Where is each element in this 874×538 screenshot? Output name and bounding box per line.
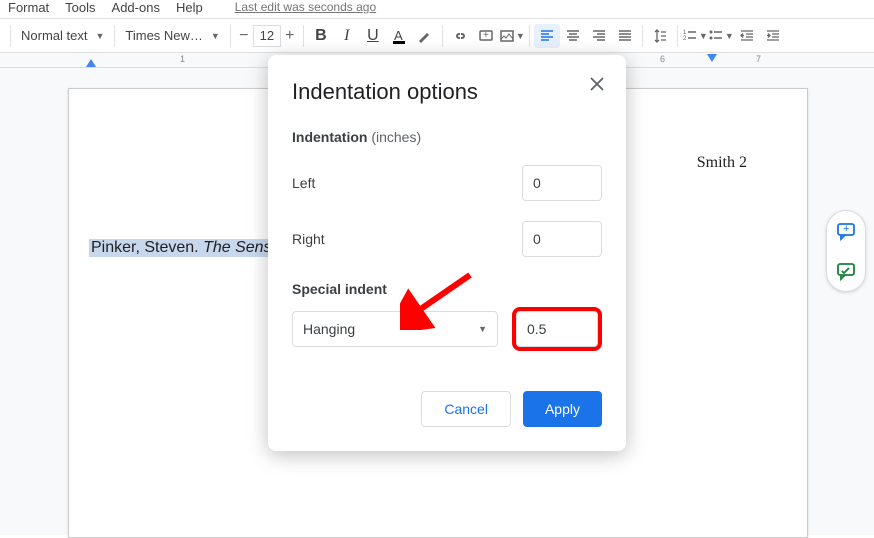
align-right-icon: [591, 28, 607, 44]
font-size-increase[interactable]: +: [281, 25, 299, 47]
suggest-icon: [836, 261, 856, 281]
underline-button[interactable]: U: [360, 24, 386, 48]
bulleted-list-button[interactable]: ▼: [708, 24, 734, 48]
svg-text:+: +: [483, 30, 489, 41]
bulleted-list-icon: [708, 28, 723, 44]
font-select[interactable]: Times New…▼: [119, 24, 225, 48]
menu-bar: Format Tools Add-ons Help Last edit was …: [0, 0, 874, 14]
italic-button[interactable]: I: [334, 24, 360, 48]
special-indent-label: Special indent: [292, 281, 602, 297]
chevron-down-icon: ▼: [95, 31, 104, 41]
highlight-icon: [417, 28, 433, 44]
align-left-button[interactable]: [534, 24, 560, 48]
menu-addons[interactable]: Add-ons: [112, 0, 160, 15]
suggest-edits-side-button[interactable]: [832, 257, 860, 285]
cancel-button[interactable]: Cancel: [421, 391, 511, 427]
increase-indent-icon: [765, 28, 781, 44]
last-edit-link[interactable]: Last edit was seconds ago: [235, 0, 376, 14]
ruler-tick: 6: [660, 54, 665, 64]
indentation-section-label: Indentation (inches): [292, 129, 602, 145]
text-color-button[interactable]: A: [386, 24, 412, 48]
highlight-button[interactable]: [412, 24, 438, 48]
left-indent-input[interactable]: [522, 165, 602, 201]
right-indent-label: Right: [292, 231, 325, 247]
special-indent-input[interactable]: [516, 311, 598, 347]
align-left-icon: [539, 28, 555, 44]
page-header: Smith 2: [697, 154, 747, 172]
align-center-icon: [565, 28, 581, 44]
chevron-down-icon: ▼: [699, 31, 708, 41]
dialog-title: Indentation options: [292, 79, 602, 105]
right-indent-input[interactable]: [522, 221, 602, 257]
font-size-input[interactable]: [253, 25, 281, 47]
align-right-button[interactable]: [586, 24, 612, 48]
comment-plus-icon: +: [478, 28, 494, 44]
chevron-down-icon: ▼: [211, 31, 220, 41]
align-center-button[interactable]: [560, 24, 586, 48]
menu-format[interactable]: Format: [8, 0, 49, 15]
font-size-stepper: − +: [235, 25, 299, 47]
align-justify-icon: [617, 28, 633, 44]
svg-text:2: 2: [683, 36, 687, 42]
ruler-right-indent[interactable]: [707, 54, 717, 62]
left-indent-label: Left: [292, 175, 315, 191]
increase-indent-button[interactable]: [760, 24, 786, 48]
insert-link-button[interactable]: [447, 24, 473, 48]
toolbar: Normal text▼ Times New…▼ − + B I U A + ▼: [0, 18, 874, 53]
chevron-down-icon: ▼: [478, 324, 487, 334]
special-indent-select[interactable]: Hanging ▼: [292, 311, 498, 347]
paragraph-style-select[interactable]: Normal text▼: [15, 24, 110, 48]
add-comment-button[interactable]: +: [473, 24, 499, 48]
comment-plus-icon: +: [836, 221, 856, 241]
line-spacing-icon: [652, 28, 668, 44]
numbered-list-button[interactable]: 12▼: [682, 24, 708, 48]
close-button[interactable]: [590, 77, 604, 91]
line-spacing-button[interactable]: [647, 24, 673, 48]
font-size-decrease[interactable]: −: [235, 25, 253, 47]
image-icon: [499, 28, 514, 44]
link-icon: [452, 28, 468, 44]
align-justify-button[interactable]: [612, 24, 638, 48]
numbered-list-icon: 12: [682, 28, 697, 44]
side-tool-panel: +: [826, 210, 866, 292]
menu-tools[interactable]: Tools: [65, 0, 95, 15]
ruler-tick: 1: [180, 54, 185, 64]
chevron-down-icon: ▼: [725, 31, 734, 41]
insert-image-button[interactable]: ▼: [499, 24, 525, 48]
add-comment-side-button[interactable]: +: [832, 217, 860, 245]
menu-help[interactable]: Help: [176, 0, 203, 15]
text-color-icon: A: [391, 28, 407, 44]
ruler-left-indent[interactable]: [86, 59, 96, 67]
ruler-tick: 7: [756, 54, 761, 64]
decrease-indent-icon: [739, 28, 755, 44]
svg-text:+: +: [843, 223, 849, 235]
chevron-down-icon: ▼: [516, 31, 525, 41]
indentation-options-dialog: Indentation options Indentation (inches)…: [268, 55, 626, 451]
decrease-indent-button[interactable]: [734, 24, 760, 48]
svg-text:A: A: [394, 28, 403, 43]
apply-button[interactable]: Apply: [523, 391, 602, 427]
bold-button[interactable]: B: [308, 24, 334, 48]
close-icon: [590, 77, 604, 91]
